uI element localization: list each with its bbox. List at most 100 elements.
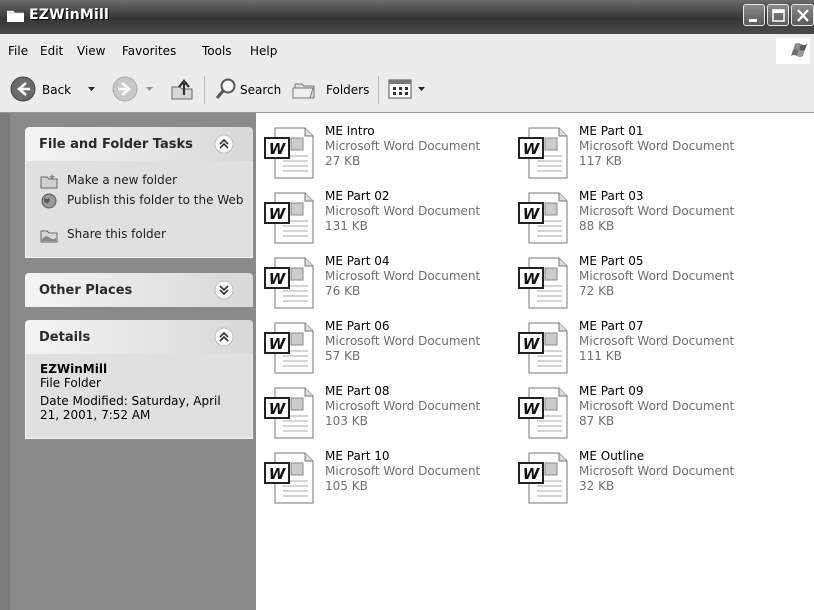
file-type: Microsoft Word Document — [325, 464, 481, 478]
title-bar[interactable]: EZWinMill — [0, 0, 814, 35]
svg-text:W: W — [269, 400, 287, 418]
file-type: Microsoft Word Document — [579, 399, 735, 413]
forward-button[interactable] — [110, 68, 160, 112]
file-size: 105 KB — [325, 479, 368, 493]
up-folder-button[interactable] — [166, 68, 200, 112]
svg-text:W: W — [269, 335, 287, 353]
expand-chevron-icon[interactable] — [214, 280, 234, 300]
file-name: ME Part 05 — [579, 254, 644, 268]
file-size: 57 KB — [325, 349, 361, 363]
file-size: 111 KB — [579, 349, 622, 363]
menu-edit[interactable]: Edit — [40, 44, 63, 58]
collapse-chevron-icon[interactable] — [214, 327, 234, 347]
file-type: Microsoft Word Document — [325, 204, 481, 218]
file-type: Microsoft Word Document — [325, 139, 481, 153]
word-document-icon: W — [264, 127, 314, 179]
search-button[interactable]: Search — [212, 68, 284, 112]
menu-view[interactable]: View — [77, 44, 105, 58]
word-document-icon: W — [518, 322, 568, 374]
file-item[interactable]: W ME Part 08 Microsoft Word Document 103… — [261, 384, 511, 446]
file-type: Microsoft Word Document — [579, 464, 735, 478]
menu-tools[interactable]: Tools — [202, 44, 232, 58]
word-document-icon: W — [264, 452, 314, 504]
file-size: 103 KB — [325, 414, 368, 428]
panel-header[interactable]: Other Places — [25, 273, 253, 307]
file-item[interactable]: W ME Intro Microsoft Word Document 27 KB — [261, 124, 511, 186]
svg-text:W: W — [523, 140, 541, 158]
file-item[interactable]: W ME Part 06 Microsoft Word Document 57 … — [261, 319, 511, 381]
word-document-icon: W — [264, 257, 314, 309]
word-document-icon: W — [264, 387, 314, 439]
file-size: 131 KB — [325, 219, 368, 233]
file-item[interactable]: W ME Part 10 Microsoft Word Document 105… — [261, 449, 511, 511]
close-icon — [797, 9, 809, 22]
file-size: 88 KB — [579, 219, 615, 233]
svg-text:W: W — [269, 270, 287, 288]
search-icon — [215, 78, 236, 99]
svg-text:W: W — [269, 140, 287, 158]
file-name: ME Part 06 — [325, 319, 390, 333]
file-item[interactable]: W ME Part 09 Microsoft Word Document 87 … — [515, 384, 765, 446]
panel-header[interactable]: File and Folder Tasks — [25, 127, 253, 161]
other-places-panel: Other Places — [25, 273, 253, 307]
file-item[interactable]: W ME Outline Microsoft Word Document 32 … — [515, 449, 765, 511]
file-size: 87 KB — [579, 414, 615, 428]
svg-text:W: W — [523, 205, 541, 223]
file-type: Microsoft Word Document — [579, 139, 735, 153]
word-document-icon: W — [264, 192, 314, 244]
folders-label: Folders — [326, 83, 370, 97]
collapse-chevron-icon[interactable] — [214, 134, 234, 154]
file-name: ME Part 03 — [579, 189, 644, 203]
minimize-button[interactable] — [743, 4, 765, 26]
toolbar: Back Search Folders — [0, 68, 814, 113]
file-item[interactable]: W ME Part 05 Microsoft Word Document 72 … — [515, 254, 765, 316]
menu-favorites[interactable]: Favorites — [122, 44, 176, 58]
close-button[interactable] — [791, 4, 814, 26]
toolbar-separator — [204, 76, 205, 104]
up-folder-icon — [171, 79, 193, 100]
share-folder-icon — [40, 230, 58, 243]
file-folder-tasks-panel: File and Folder Tasks Make a new folder — [25, 127, 253, 271]
word-document-icon: W — [518, 257, 568, 309]
chevron-down-icon — [418, 87, 425, 91]
maximize-button[interactable] — [767, 4, 789, 26]
folder-icon — [7, 10, 24, 22]
maximize-icon — [772, 9, 785, 22]
file-item[interactable]: W ME Part 07 Microsoft Word Document 111… — [515, 319, 765, 381]
svg-text:W: W — [269, 465, 287, 483]
menu-bar: File Edit View Favorites Tools Help — [0, 34, 814, 69]
file-size: 117 KB — [579, 154, 622, 168]
task-pane: File and Folder Tasks Make a new folder — [10, 113, 256, 610]
menu-help[interactable]: Help — [250, 44, 277, 58]
folders-icon — [292, 83, 315, 99]
file-item[interactable]: W ME Part 04 Microsoft Word Document 76 … — [261, 254, 511, 316]
file-size: 76 KB — [325, 284, 361, 298]
file-item[interactable]: W ME Part 03 Microsoft Word Document 88 … — [515, 189, 765, 251]
globe-icon — [41, 193, 57, 209]
folders-button[interactable]: Folders — [292, 68, 372, 112]
file-name: ME Intro — [325, 124, 375, 138]
svg-text:W: W — [523, 335, 541, 353]
svg-text:W: W — [523, 400, 541, 418]
views-grid-icon — [388, 79, 412, 99]
details-panel: Details EZWinMill File Folder Date Modif… — [25, 320, 253, 440]
svg-text:W: W — [523, 270, 541, 288]
file-name: ME Outline — [579, 449, 645, 463]
new-folder-icon — [40, 174, 58, 189]
views-button[interactable] — [386, 68, 430, 112]
word-document-icon: W — [518, 452, 568, 504]
file-item[interactable]: W ME Part 01 Microsoft Word Document 117… — [515, 124, 765, 186]
file-item[interactable]: W ME Part 02 Microsoft Word Document 131… — [261, 189, 511, 251]
details-type: File Folder — [40, 376, 101, 390]
panel-body: Make a new folder Publish this folder to… — [25, 161, 253, 258]
file-name: ME Part 07 — [579, 319, 644, 333]
back-button[interactable]: Back — [6, 68, 102, 112]
panel-title: Other Places — [39, 283, 133, 298]
details-name: EZWinMill — [40, 362, 108, 376]
panel-header[interactable]: Details — [25, 320, 253, 354]
task-label: Publish this folder to the Web — [67, 193, 244, 207]
word-document-icon: W — [518, 192, 568, 244]
file-type: Microsoft Word Document — [579, 334, 735, 348]
menu-file[interactable]: File — [8, 44, 28, 58]
panel-title: File and Folder Tasks — [39, 137, 193, 152]
